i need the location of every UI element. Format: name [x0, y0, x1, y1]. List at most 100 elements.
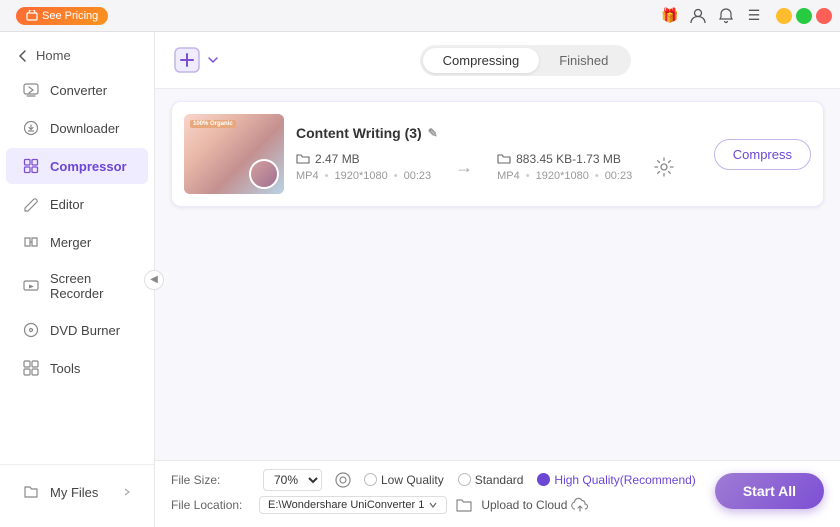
tab-finished[interactable]: Finished: [539, 48, 628, 73]
dvd-burner-icon: [22, 321, 40, 339]
input-size-row: 2.47 MB: [296, 152, 431, 166]
output-resolution: 1920*1080: [536, 170, 589, 182]
output-duration: 00:23: [605, 170, 633, 182]
input-duration: 00:23: [404, 170, 432, 182]
input-size-block: 2.47 MB MP4 • 1920*1080 • 00:23: [296, 152, 431, 182]
browse-folder-button[interactable]: [455, 496, 473, 514]
downloader-icon: [22, 119, 40, 137]
titlebar-icons: 🎁 ☰: [660, 6, 764, 26]
radio-high: [537, 473, 550, 486]
file-name: Content Writing (3) ✎: [296, 125, 702, 141]
back-home[interactable]: Home: [0, 40, 154, 71]
minimize-button[interactable]: [776, 8, 792, 24]
file-info: Content Writing (3) ✎ 2.47 MB MP4: [296, 125, 702, 183]
output-size: 883.45 KB-1.73 MB: [516, 152, 621, 166]
quality-options: Low Quality Standard High Quality(Recomm…: [364, 473, 696, 487]
sidebar-label-downloader: Downloader: [50, 121, 119, 136]
sidebar-label-merger: Merger: [50, 235, 91, 250]
sidebar-label-converter: Converter: [50, 83, 107, 98]
sidebar: Home Converter Downloader Compressor Edi: [0, 32, 155, 527]
promo-label: See Pricing: [42, 10, 98, 22]
screen-recorder-icon: [22, 277, 40, 295]
edit-name-icon[interactable]: ✎: [428, 126, 438, 140]
sidebar-item-downloader[interactable]: Downloader: [6, 110, 148, 146]
arrow-block: →: [447, 157, 481, 178]
sidebar-label-my-files: My Files: [50, 485, 98, 500]
radio-standard: [458, 473, 471, 486]
sidebar-item-tools[interactable]: Tools: [6, 350, 148, 386]
sidebar-item-screen-recorder[interactable]: Screen Recorder: [6, 262, 148, 310]
file-size-select[interactable]: 70% 50% 30% 90%: [263, 469, 322, 491]
gift-icon[interactable]: 🎁: [660, 6, 680, 26]
tab-compressing[interactable]: Compressing: [423, 48, 540, 73]
quality-high-label: High Quality(Recommend): [554, 473, 695, 487]
file-location-label: File Location:: [171, 498, 251, 512]
output-settings-icon[interactable]: [648, 151, 680, 183]
compressor-icon: [22, 157, 40, 175]
radio-low: [364, 473, 377, 486]
sidebar-item-my-files[interactable]: My Files: [6, 474, 148, 510]
sidebar-item-merger[interactable]: Merger: [6, 224, 148, 260]
location-dropdown-icon: [428, 500, 438, 510]
maximize-button[interactable]: [796, 8, 812, 24]
sidebar-item-editor[interactable]: Editor: [6, 186, 148, 222]
sidebar-item-compressor[interactable]: Compressor: [6, 148, 148, 184]
file-details: 2.47 MB MP4 • 1920*1080 • 00:23 →: [296, 151, 702, 183]
editor-icon: [22, 195, 40, 213]
close-button[interactable]: [816, 8, 832, 24]
input-size: 2.47 MB: [315, 152, 360, 166]
sidebar-item-dvd-burner[interactable]: DVD Burner: [6, 312, 148, 348]
content-header: Compressing Finished: [155, 32, 840, 89]
quality-low-label: Low Quality: [381, 473, 444, 487]
file-location-path[interactable]: E:\Wondershare UniConverter 1: [259, 496, 447, 514]
thumbnail-badge: 100% Organic: [190, 120, 236, 128]
quality-standard-label: Standard: [475, 473, 524, 487]
sidebar-label-dvd-burner: DVD Burner: [50, 323, 120, 338]
window-controls: [776, 8, 832, 24]
add-file-button[interactable]: [171, 44, 219, 76]
back-label: Home: [36, 48, 71, 63]
converter-icon: [22, 81, 40, 99]
quality-high[interactable]: High Quality(Recommend): [537, 473, 695, 487]
start-btn-wrap: Start All: [715, 473, 824, 509]
input-format: MP4: [296, 170, 319, 182]
settings-small-icon: [334, 471, 352, 489]
cloud-icon: [571, 496, 589, 514]
tools-icon: [22, 359, 40, 377]
start-all-button[interactable]: Start All: [715, 473, 824, 509]
thumbnail: 100% Organic: [184, 114, 284, 194]
quality-standard[interactable]: Standard: [458, 473, 524, 487]
sidebar-collapse-button[interactable]: ◀: [144, 270, 164, 290]
sidebar-label-editor: Editor: [50, 197, 84, 212]
file-card: 100% Organic Content Writing (3) ✎: [171, 101, 824, 207]
output-meta: MP4 • 1920*1080 • 00:23: [497, 170, 632, 182]
my-files-arrow-icon: [122, 487, 132, 497]
add-icon: [171, 44, 203, 76]
menu-icon[interactable]: ☰: [744, 6, 764, 26]
sidebar-bottom: My Files: [0, 464, 154, 519]
add-dropdown-icon: [207, 54, 219, 66]
file-size-label: File Size:: [171, 473, 251, 487]
sidebar-label-screen-recorder: Screen Recorder: [50, 271, 132, 301]
output-format: MP4: [497, 170, 520, 182]
output-size-block: 883.45 KB-1.73 MB MP4 • 1920*1080 • 00:2…: [497, 152, 632, 182]
output-size-row: 883.45 KB-1.73 MB: [497, 152, 632, 166]
upload-label: Upload to Cloud: [481, 498, 567, 512]
user-icon[interactable]: [688, 6, 708, 26]
see-pricing-button[interactable]: See Pricing: [16, 7, 108, 25]
quality-icon-btn[interactable]: [334, 471, 352, 489]
titlebar-promo: See Pricing: [16, 7, 108, 25]
compress-button[interactable]: Compress: [714, 139, 811, 170]
bell-icon[interactable]: [716, 6, 736, 26]
tabs-container: Compressing Finished: [420, 45, 632, 76]
sidebar-item-converter[interactable]: Converter: [6, 72, 148, 108]
sidebar-label-compressor: Compressor: [50, 159, 127, 174]
quality-low[interactable]: Low Quality: [364, 473, 444, 487]
thumbnail-image: 100% Organic: [184, 114, 284, 194]
app-body: Home Converter Downloader Compressor Edi: [0, 32, 840, 527]
sidebar-label-tools: Tools: [50, 361, 80, 376]
upload-to-cloud-button[interactable]: Upload to Cloud: [481, 496, 589, 514]
merger-icon: [22, 233, 40, 251]
folder-out-icon: [497, 152, 511, 166]
input-meta: MP4 • 1920*1080 • 00:23: [296, 170, 431, 182]
